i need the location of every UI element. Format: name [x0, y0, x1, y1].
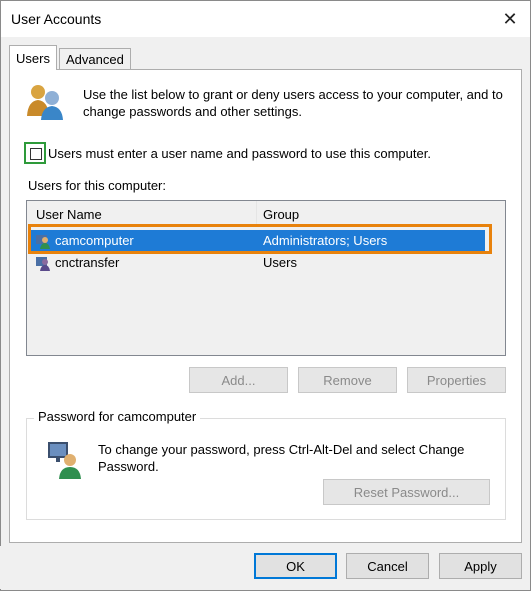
intro-text: Use the list below to grant or deny user… [83, 87, 503, 119]
column-header-user-name[interactable]: User Name [36, 207, 102, 222]
title-bar: User Accounts ✕ [1, 1, 530, 37]
user-monitor-icon [48, 442, 81, 479]
users-section-label: Users for this computer: [28, 178, 166, 193]
cancel-button[interactable]: Cancel [346, 553, 429, 579]
users-icon [27, 85, 63, 120]
close-icon[interactable]: ✕ [496, 5, 524, 33]
password-instructions: To change your password, press Ctrl-Alt-… [98, 442, 465, 474]
window-title: User Accounts [11, 11, 102, 27]
password-group-legend: Password for camcomputer [34, 409, 201, 424]
require-login-label[interactable]: Users must enter a user name and passwor… [48, 145, 431, 162]
tab-advanced-label: Advanced [66, 52, 124, 67]
reset-password-button[interactable]: Reset Password... [323, 479, 490, 505]
table-row[interactable]: cnctransfer Users [29, 252, 485, 274]
tab-advanced[interactable]: Advanced [59, 48, 131, 70]
column-header-group[interactable]: Group [263, 207, 299, 222]
remove-user-button[interactable]: Remove [298, 367, 397, 393]
selection-highlight-box [28, 224, 492, 254]
user-icon [36, 257, 50, 271]
column-separator[interactable] [256, 201, 257, 225]
group-cell: Users [263, 255, 297, 270]
add-user-button[interactable]: Add... [189, 367, 288, 393]
apply-button[interactable]: Apply [439, 553, 522, 579]
properties-button[interactable]: Properties [407, 367, 506, 393]
ok-button[interactable]: OK [254, 553, 337, 579]
tab-users[interactable]: Users [9, 45, 57, 70]
require-login-checkbox[interactable] [24, 142, 46, 164]
user-name-cell: cnctransfer [55, 255, 120, 270]
tab-users-label: Users [16, 50, 50, 66]
checkbox-square [30, 148, 42, 160]
